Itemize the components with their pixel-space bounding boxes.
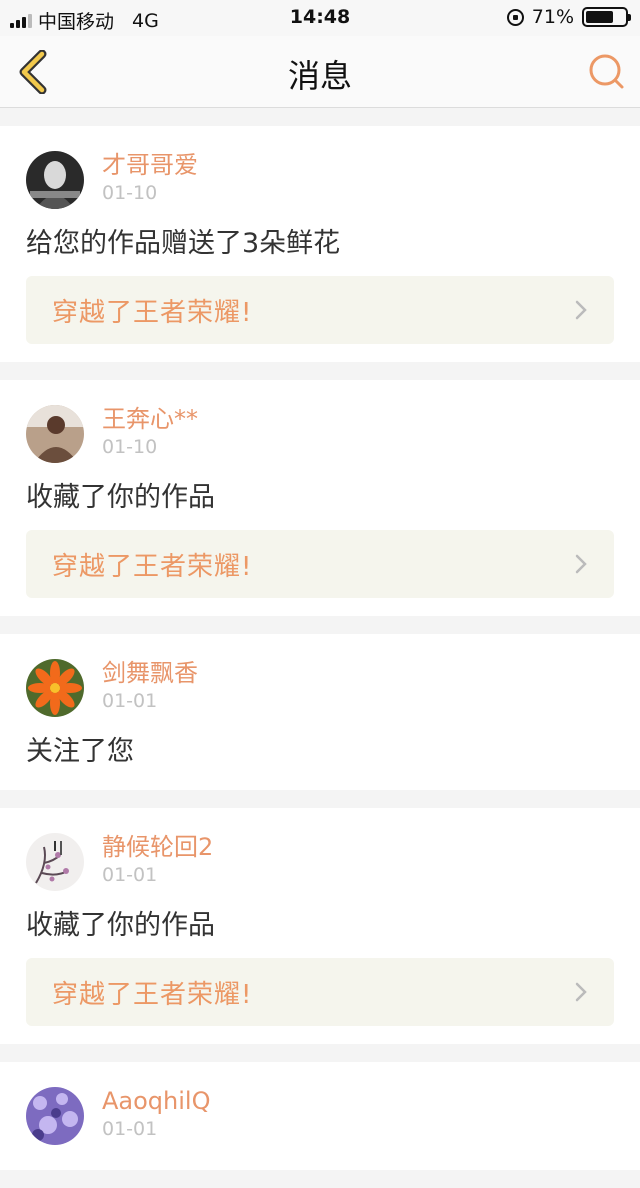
message-date: 01-01 bbox=[102, 864, 158, 886]
status-left: 中国移动 4G bbox=[10, 7, 159, 34]
chat-bubble-icon bbox=[589, 54, 624, 89]
message-text: 关注了您 bbox=[26, 736, 134, 767]
message-text: 给您的作品赠送了3朵鲜花 bbox=[26, 228, 341, 259]
message-date: 01-01 bbox=[102, 690, 158, 712]
message-text: 收藏了你的作品 bbox=[26, 482, 215, 513]
message-date: 01-01 bbox=[102, 1118, 158, 1140]
avatar[interactable] bbox=[26, 659, 84, 717]
message-card: 王奔心** 01-10 收藏了你的作品 穿越了王者荣耀! bbox=[0, 380, 640, 616]
status-right: 71% bbox=[506, 6, 631, 28]
work-title: 穿越了王者荣耀! bbox=[52, 551, 253, 582]
battery-percent: 71% bbox=[531, 6, 574, 28]
message-header: 才哥哥爱 01-10 bbox=[26, 150, 614, 216]
avatar[interactable] bbox=[26, 151, 84, 209]
avatar[interactable] bbox=[26, 833, 84, 891]
page-title: 消息 bbox=[287, 57, 352, 95]
network-type: 4G bbox=[132, 9, 159, 32]
message-header: AaoqhilQ 01-01 bbox=[26, 1086, 614, 1152]
chevron-right-icon bbox=[575, 554, 587, 574]
battery-icon bbox=[582, 7, 631, 27]
message-text: 收藏了你的作品 bbox=[26, 910, 215, 941]
carrier-name: 中国移动 bbox=[38, 11, 115, 33]
message-card: AaoqhilQ 01-01 bbox=[0, 1062, 640, 1170]
username[interactable]: 才哥哥爱 bbox=[102, 150, 198, 180]
status-bar: 中国移动 4G 14:48 71% bbox=[0, 0, 640, 36]
chevron-left-icon bbox=[19, 49, 47, 95]
work-link[interactable]: 穿越了王者荣耀! bbox=[26, 958, 614, 1026]
username[interactable]: 王奔心** bbox=[102, 404, 198, 434]
message-card: 剑舞飘香 01-01 关注了您 bbox=[0, 634, 640, 790]
nav-bar: 消息 bbox=[0, 36, 640, 108]
message-header: 剑舞飘香 01-01 bbox=[26, 658, 614, 724]
rotation-lock-icon bbox=[506, 8, 524, 26]
avatar[interactable] bbox=[26, 1087, 84, 1145]
work-title: 穿越了王者荣耀! bbox=[52, 979, 253, 1010]
chevron-right-icon bbox=[575, 982, 587, 1002]
message-card: 静候轮回2 01-01 收藏了你的作品 穿越了王者荣耀! bbox=[0, 808, 640, 1044]
back-button[interactable] bbox=[14, 49, 54, 95]
work-link[interactable]: 穿越了王者荣耀! bbox=[26, 530, 614, 598]
message-card: 才哥哥爱 01-10 给您的作品赠送了3朵鲜花 穿越了王者荣耀! bbox=[0, 126, 640, 362]
message-header: 静候轮回2 01-01 bbox=[26, 832, 614, 898]
chat-button[interactable] bbox=[586, 52, 626, 92]
username[interactable]: AaoqhilQ bbox=[102, 1086, 210, 1116]
avatar[interactable] bbox=[26, 405, 84, 463]
work-link[interactable]: 穿越了王者荣耀! bbox=[26, 276, 614, 344]
message-list: 才哥哥爱 01-10 给您的作品赠送了3朵鲜花 穿越了王者荣耀! 王奔心** 0… bbox=[0, 126, 640, 1188]
message-date: 01-10 bbox=[102, 436, 158, 458]
username[interactable]: 静候轮回2 bbox=[102, 832, 213, 862]
chevron-right-icon bbox=[575, 300, 587, 320]
work-title: 穿越了王者荣耀! bbox=[52, 297, 253, 328]
message-header: 王奔心** 01-10 bbox=[26, 404, 614, 470]
message-date: 01-10 bbox=[102, 182, 158, 204]
username[interactable]: 剑舞飘香 bbox=[102, 658, 198, 688]
signal-icon bbox=[10, 13, 32, 28]
